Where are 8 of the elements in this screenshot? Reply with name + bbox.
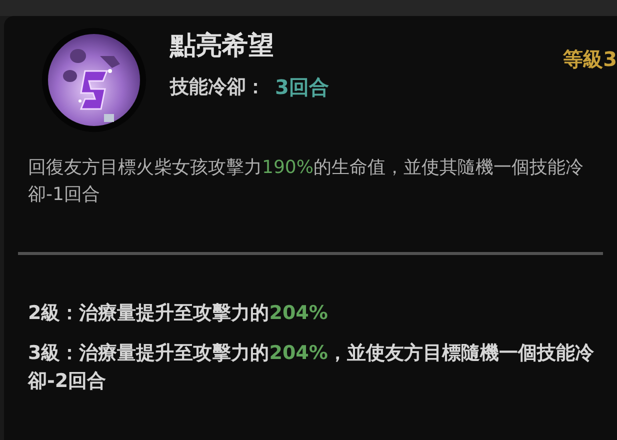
upgrade-description: 3級：治療量提升至攻擊力的204%，並使友方目標隨機一個技能冷卻-2回合 [28,341,594,394]
cooldown-value: 3回合 [275,74,329,101]
skill-orb-icon [40,26,148,134]
skill-title: 點亮希望 [170,30,275,62]
cooldown-label: 技能冷卻： [170,74,265,100]
upgrade-description: 2級：治療量提升至攻擊力的204% [28,301,329,326]
level-label: 等級3 [563,46,617,73]
skill-description: 回復友方目標火柴女孩攻擊力 190%的生命值，並使其隨機一個技能冷卻-1回合 [28,156,584,207]
